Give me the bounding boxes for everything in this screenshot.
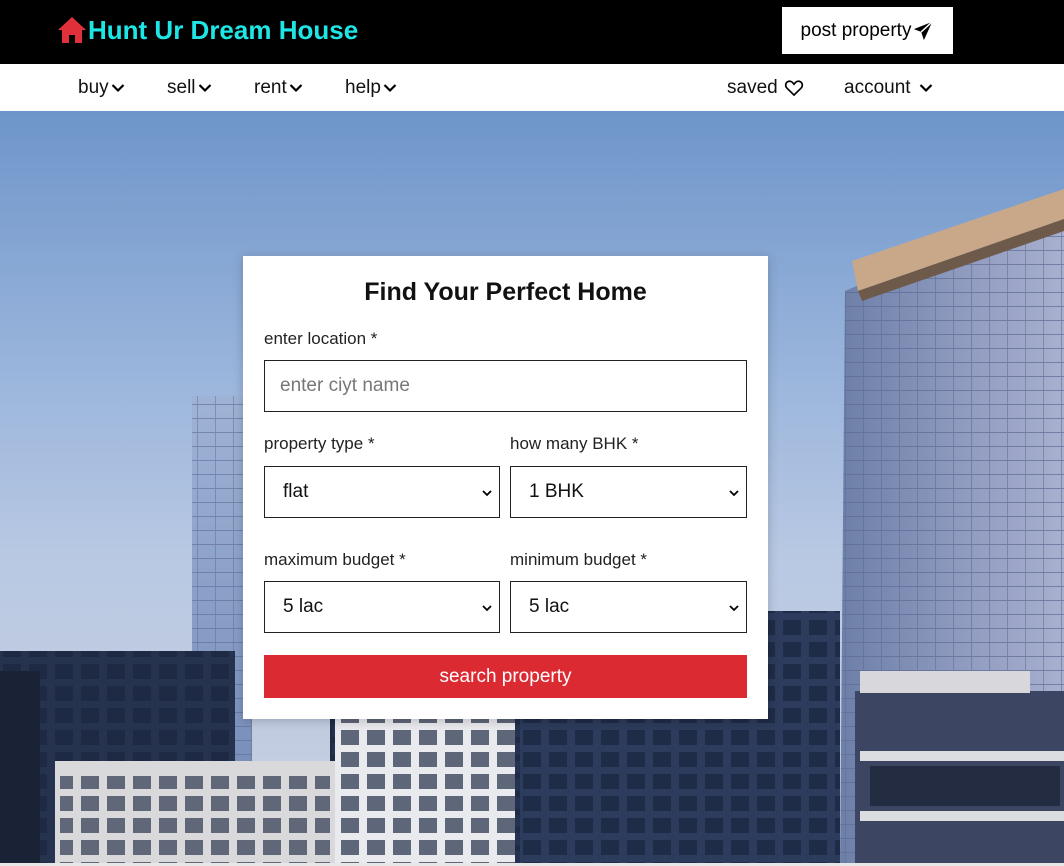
form-title: Find Your Perfect Home — [364, 278, 647, 306]
min-budget-select[interactable]: 5 lac — [510, 581, 747, 633]
nav-saved[interactable]: saved — [727, 64, 804, 111]
nav-help[interactable]: help — [345, 64, 397, 111]
brand-logo[interactable]: Hunt Ur Dream House — [57, 14, 358, 46]
nav-saved-label: saved — [727, 76, 778, 98]
nav-buy-label: buy — [78, 76, 109, 98]
chevron-down-icon — [729, 490, 739, 497]
paper-plane-icon — [914, 20, 934, 40]
home-icon — [58, 17, 86, 43]
nav-sell[interactable]: sell — [167, 64, 212, 111]
post-property-button[interactable]: post property — [782, 7, 953, 54]
chevron-down-icon — [729, 605, 739, 612]
chevron-down-icon — [482, 490, 492, 497]
main-nav: buy sell rent help saved account — [0, 64, 1064, 111]
post-property-label: post property — [800, 19, 912, 41]
top-bar: Hunt Ur Dream House post property — [0, 0, 1064, 64]
heart-icon — [784, 79, 803, 96]
max-budget-value: 5 lac — [283, 596, 324, 617]
property-type-select[interactable]: flat — [264, 466, 500, 518]
max-budget-label: maximum budget * — [264, 550, 406, 569]
bhk-value: 1 BHK — [529, 481, 584, 502]
chevron-down-icon — [919, 83, 932, 92]
brand-name: Hunt Ur Dream House — [88, 14, 359, 45]
property-type-value: flat — [283, 481, 309, 502]
location-label: enter location * — [264, 329, 378, 348]
nav-account[interactable]: account — [844, 64, 933, 111]
search-form-card: Find Your Perfect Home enter location * … — [243, 256, 768, 719]
bhk-select[interactable]: 1 BHK — [510, 466, 747, 518]
chevron-down-icon — [482, 605, 492, 612]
chevron-down-icon — [383, 83, 397, 92]
property-type-label: property type * — [264, 434, 375, 453]
chevron-down-icon — [289, 83, 303, 92]
chevron-down-icon — [111, 83, 124, 92]
nav-account-label: account — [844, 76, 911, 98]
nav-rent-label: rent — [254, 76, 287, 98]
location-input[interactable] — [264, 360, 747, 412]
nav-buy[interactable]: buy — [78, 64, 125, 111]
chevron-down-icon — [198, 83, 211, 92]
nav-rent[interactable]: rent — [254, 64, 303, 111]
search-property-button[interactable]: search property — [264, 655, 747, 698]
min-budget-label: minimum budget * — [510, 550, 648, 569]
max-budget-select[interactable]: 5 lac — [264, 581, 500, 633]
bhk-label: how many BHK * — [510, 434, 639, 453]
nav-help-label: help — [345, 76, 381, 98]
nav-sell-label: sell — [167, 76, 196, 98]
min-budget-value: 5 lac — [529, 596, 570, 617]
